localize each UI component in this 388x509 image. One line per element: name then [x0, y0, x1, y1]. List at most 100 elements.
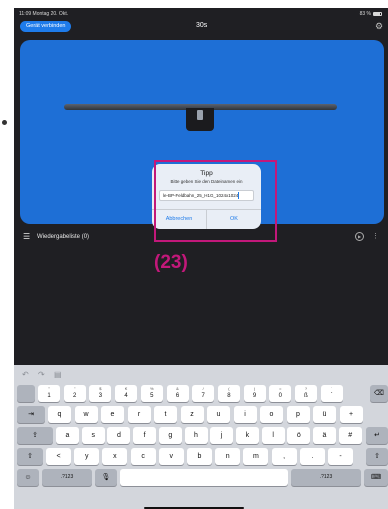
key-4[interactable]: g [158, 427, 182, 444]
key-num-2[interactable]: $3 [89, 385, 112, 402]
key-1[interactable]: w [74, 406, 98, 423]
key-7[interactable]: i [233, 406, 257, 423]
key-num-10-label: ß [304, 393, 308, 399]
play-icon[interactable]: ▶ [355, 232, 364, 241]
tab-icon[interactable]: ⇥ [17, 406, 45, 423]
paste-icon[interactable]: ▤ [54, 370, 62, 379]
battery-percent: 83 % [359, 11, 371, 17]
status-bar: 11:09 Montag 20. Okt. 83 % [14, 8, 388, 20]
key-10[interactable]: ü [313, 406, 336, 423]
key-num-1-shift-label: " [73, 386, 76, 391]
key-5[interactable]: h [184, 427, 208, 444]
key-num-10-shift-label: ? [304, 386, 308, 391]
key-num-7-label: 8 [227, 393, 231, 399]
key-num-9-label: 0 [278, 393, 282, 399]
key-8[interactable]: , [271, 448, 297, 465]
status-battery: 83 % [360, 11, 382, 17]
numbers-key[interactable]: .?123 [42, 469, 92, 486]
key-0[interactable]: q [48, 406, 71, 423]
key-num-1[interactable]: " 2 [63, 385, 86, 402]
onscreen-keyboard: ↶ ↷ ▤ ° 1 " 2 $3 €4% 5 & 6/7(8) 9 = 0? ß ` ´ qwertzuio… [14, 365, 388, 509]
key-num-8[interactable]: ) 9 [243, 385, 266, 402]
key-6[interactable]: j [210, 427, 234, 444]
mic-icon[interactable]: 🎙 [95, 469, 117, 486]
key-9[interactable]: . [299, 448, 325, 465]
playlist-icon: ☰ [23, 232, 31, 241]
key-4[interactable]: v [158, 448, 184, 465]
keyboard-hide-icon[interactable]: ⌨ [364, 469, 388, 486]
key-num-3-label: 4 [124, 393, 128, 399]
key-num-4[interactable]: % 5 [140, 385, 163, 402]
key-8[interactable]: l [261, 427, 285, 444]
key-1[interactable]: s [81, 427, 105, 444]
redo-icon[interactable]: ↷ [38, 370, 45, 379]
key-num-11-shift-label: ` [331, 386, 333, 391]
emoji-icon[interactable]: ☺ [17, 469, 39, 486]
delete-icon[interactable]: ⌫ [370, 385, 388, 402]
key-7[interactable]: k [235, 427, 259, 444]
key-num-2-shift-label: $ [99, 386, 102, 391]
key-num-10[interactable]: ? ß [295, 385, 317, 402]
key-2[interactable]: x [102, 448, 128, 465]
playlist-label: Wiedergabeliste (0) [37, 234, 90, 240]
key-num-0-shift-label: ° [48, 386, 50, 391]
key-11[interactable]: # [338, 427, 362, 444]
key-num-9-shift-label: = [279, 386, 282, 391]
key-3[interactable]: r [127, 406, 151, 423]
undo-icon[interactable]: ↶ [22, 370, 29, 379]
key-num-4-label: 5 [150, 393, 154, 399]
shift-icon[interactable]: ⇧ [17, 448, 43, 465]
key-2[interactable]: d [107, 427, 131, 444]
key-9[interactable]: ö [287, 427, 311, 444]
gear-icon[interactable]: ⚙ [374, 21, 384, 31]
key-num-7-shift-label: ( [228, 386, 230, 391]
key-11[interactable]: + [339, 406, 363, 423]
key-num-1-label: 2 [73, 393, 77, 399]
timer-label: 30s [196, 22, 208, 29]
key-0[interactable]: a [56, 427, 79, 444]
side-marker [2, 120, 7, 125]
return-icon[interactable]: ↵ [366, 427, 388, 444]
key-num-0[interactable]: ° 1 [38, 385, 60, 402]
capslock-icon[interactable]: ⇪ [17, 427, 53, 444]
key-2[interactable]: e [101, 406, 124, 423]
key-num-9[interactable]: = 0 [269, 385, 292, 402]
space-key[interactable] [120, 469, 288, 486]
key-num-6-shift-label: / [202, 386, 204, 391]
key-num-11[interactable]: ` ´ [320, 385, 343, 402]
hologram-fan-motor [186, 108, 214, 131]
key-10[interactable]: ä [313, 427, 336, 444]
keyboard-toolbar: ↶ ↷ ▤ [14, 365, 388, 384]
key-num-6-label: 7 [201, 393, 205, 399]
numbers-key-right[interactable]: .?123 [291, 469, 361, 486]
connect-device-button[interactable]: Gerät verbinden [20, 21, 72, 32]
key-num-7[interactable]: (8 [217, 385, 240, 402]
shift-right-icon[interactable]: ⇧ [366, 448, 388, 465]
tab-key-placeholder[interactable] [17, 385, 35, 402]
key-4[interactable]: t [154, 406, 177, 423]
key-num-5-shift-label: & [176, 386, 179, 391]
key-num-5[interactable]: & 6 [166, 385, 189, 402]
key-num-4-shift-label: % [150, 386, 154, 391]
key-3[interactable]: c [130, 448, 156, 465]
battery-icon [373, 12, 382, 16]
key-5[interactable]: b [187, 448, 212, 465]
key-num-8-label: 9 [252, 393, 257, 399]
key-num-3[interactable]: €4 [115, 385, 138, 402]
key-10[interactable]: - [328, 448, 353, 465]
status-time-date: 11:09 Montag 20. Okt. [19, 11, 69, 17]
key-8[interactable]: o [260, 406, 283, 423]
key-6[interactable]: n [215, 448, 241, 465]
key-5[interactable]: z [180, 406, 204, 423]
key-6[interactable]: u [207, 406, 230, 423]
annotation-label: (23) [154, 252, 188, 273]
key-3[interactable]: f [133, 427, 157, 444]
key-num-3-shift-label: € [124, 386, 128, 391]
more-icon[interactable]: ⋮ [372, 232, 379, 241]
key-1[interactable]: y [74, 448, 100, 465]
key-num-6[interactable]: /7 [192, 385, 215, 402]
key-9[interactable]: p [286, 406, 310, 423]
key-0[interactable]: < [46, 448, 71, 465]
key-7[interactable]: m [243, 448, 269, 465]
playlist-header[interactable]: ☰ Wiedergabeliste (0) ▶ ⋮ [14, 229, 388, 245]
